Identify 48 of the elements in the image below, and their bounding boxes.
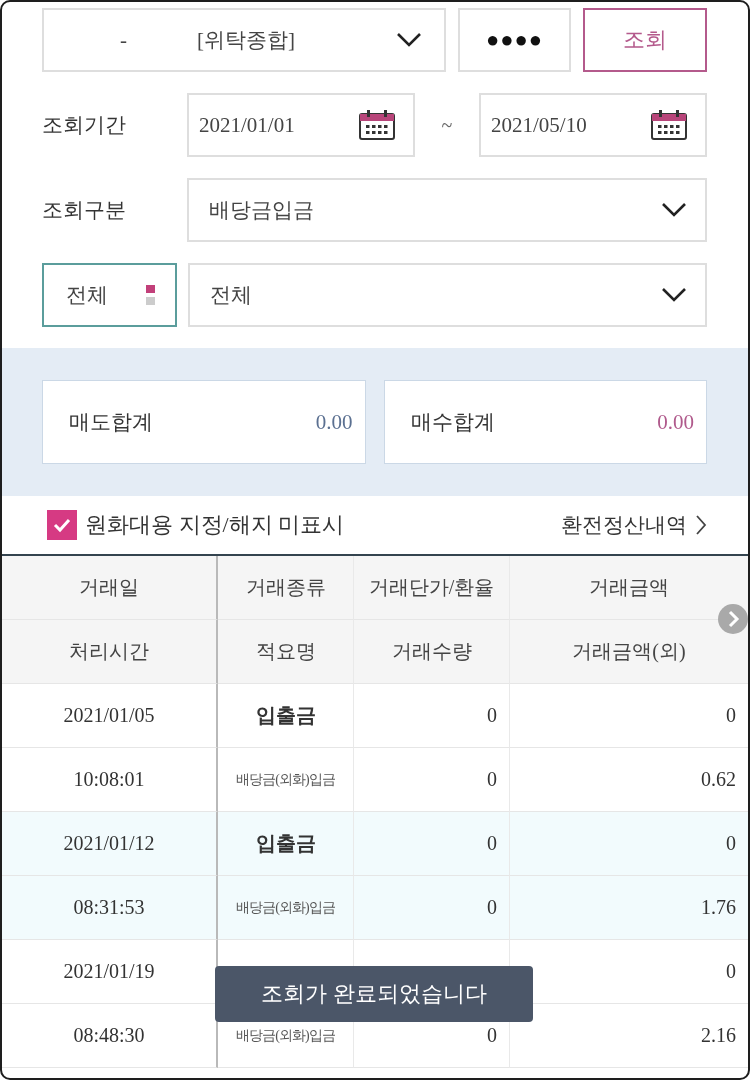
table-header-cell: 거래종류	[218, 556, 354, 620]
table-header-cell: 거래일	[2, 556, 218, 620]
table-cell: 입출금	[218, 684, 354, 748]
table-cell: 0	[354, 812, 510, 876]
table-header-cell: 거래금액	[510, 556, 748, 620]
password-field[interactable]: ●●●●	[458, 8, 571, 72]
table-cell: 2021/01/05	[2, 684, 218, 748]
table-header-cell: 거래수량	[354, 620, 510, 684]
table-cell: 2021/01/12	[2, 812, 218, 876]
calendar-icon[interactable]	[651, 110, 687, 140]
range-separator: ~	[441, 113, 453, 137]
table-cell: 0	[510, 684, 748, 748]
account-type: [위탁종합]	[197, 27, 295, 54]
chevron-right-icon	[695, 514, 707, 536]
toast-message: 조회가 완료되었습니다	[215, 966, 533, 1022]
period-label: 조회기간	[42, 112, 126, 139]
chevron-down-icon	[661, 287, 687, 303]
chevron-down-icon	[661, 202, 687, 218]
scope-select[interactable]: 전체	[42, 263, 177, 327]
option-label[interactable]: 원화대용 지정/해지 미표시	[85, 510, 345, 540]
table-header-cell: 거래금액(외)	[510, 620, 748, 684]
table-cell: 입출금	[218, 812, 354, 876]
total-label: 매도합계	[69, 409, 153, 436]
checkbox[interactable]	[47, 510, 77, 540]
calendar-icon[interactable]	[359, 110, 395, 140]
table-cell: 0	[510, 812, 748, 876]
category-select[interactable]: 배당금입금	[187, 178, 707, 242]
total-value: 0.00	[315, 409, 353, 435]
table-cell: 08:31:53	[2, 876, 218, 940]
search-button[interactable]: 조회	[583, 8, 707, 72]
filter-select[interactable]: 전체	[188, 263, 707, 327]
table-cell: 0	[354, 876, 510, 940]
category-label: 조회구분	[42, 197, 126, 224]
chevron-down-icon	[396, 32, 422, 48]
table-header-cell: 처리시간	[2, 620, 218, 684]
account-number: -	[120, 27, 127, 53]
start-date-field[interactable]: 2021/01/01	[187, 93, 415, 157]
table-header-cell: 거래단가/환율	[354, 556, 510, 620]
total-label: 매수합계	[410, 409, 495, 436]
table-cell: 0	[354, 684, 510, 748]
total-value: 0.00	[657, 409, 694, 435]
table-header-cell: 적요명	[218, 620, 354, 684]
settlement-link[interactable]: 환전정산내역	[561, 511, 707, 539]
table-cell: 1.76	[510, 876, 748, 940]
account-select[interactable]: - [위탁종합]	[42, 8, 446, 72]
stacked-squares-icon	[146, 285, 155, 305]
table-cell: 배당금(외화)입금	[218, 876, 354, 940]
end-date-field[interactable]: 2021/05/10	[479, 93, 707, 157]
